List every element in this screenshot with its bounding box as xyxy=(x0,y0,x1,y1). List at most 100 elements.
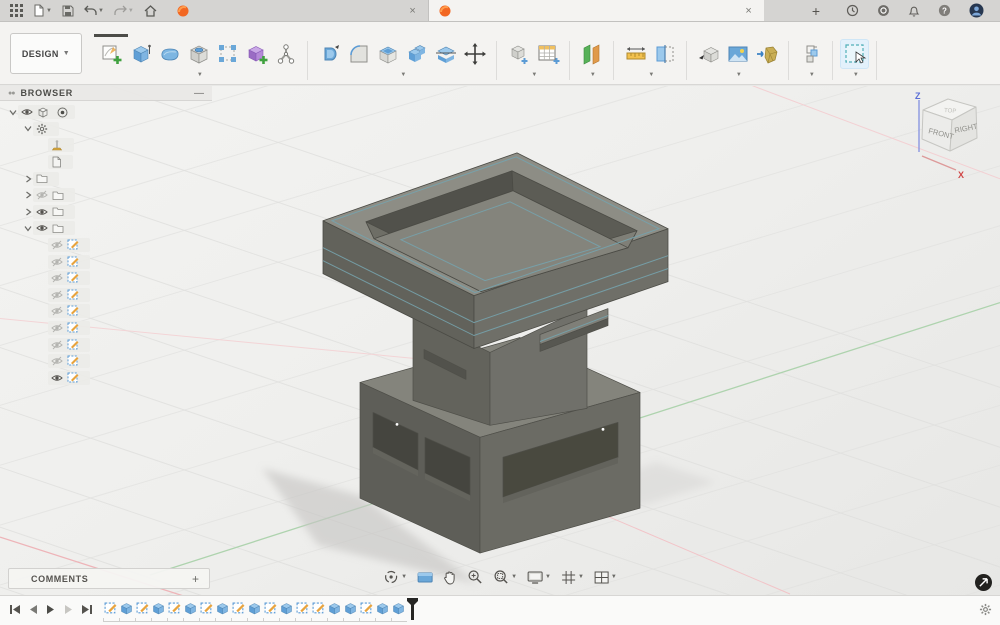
primitive-button[interactable] xyxy=(243,40,270,68)
comments-bar[interactable]: COMMENTS + xyxy=(8,568,210,589)
browser-row[interactable] xyxy=(0,336,212,353)
timeline-extrude-feature[interactable] xyxy=(374,600,390,616)
group-dropdown[interactable]: ▼ xyxy=(194,72,203,78)
move-button[interactable] xyxy=(461,40,488,68)
timeline-extrude-feature[interactable] xyxy=(342,600,358,616)
press-pull-button[interactable] xyxy=(316,40,343,68)
hole-button[interactable] xyxy=(185,40,212,68)
display-settings-button[interactable]: ▼ xyxy=(524,568,554,586)
insert-mesh-button[interactable] xyxy=(753,40,780,68)
step-back-button[interactable] xyxy=(26,602,40,616)
view-cube[interactable]: Z X TOP FRONT RIGHT xyxy=(892,90,988,182)
timeline-sketch-feature[interactable] xyxy=(310,600,326,616)
timeline-extrude-feature[interactable] xyxy=(326,600,342,616)
measure-button[interactable] xyxy=(622,40,649,68)
browser-row[interactable] xyxy=(0,121,212,138)
timeline-playhead[interactable] xyxy=(407,598,418,625)
ribbon-tab-surface[interactable] xyxy=(128,22,162,37)
clock-button[interactable] xyxy=(842,2,863,19)
ribbon-tab-sheet-metal[interactable] xyxy=(196,22,230,37)
document-tab[interactable]: × xyxy=(167,0,429,21)
browser-row[interactable] xyxy=(0,270,212,287)
browser-row[interactable] xyxy=(0,204,212,221)
eye-off-icon[interactable] xyxy=(51,356,63,366)
chevron-right-icon[interactable] xyxy=(25,208,32,216)
workspace-selector[interactable]: DESIGN ▼ xyxy=(10,33,82,74)
ribbon-tab-utilities[interactable] xyxy=(264,22,298,37)
play-button[interactable] xyxy=(44,602,58,616)
browser-row[interactable] xyxy=(0,187,212,204)
browser-row[interactable] xyxy=(0,170,212,187)
notifications-button[interactable] xyxy=(904,2,924,19)
eye-off-icon[interactable] xyxy=(51,257,63,267)
eye-off-icon[interactable] xyxy=(51,340,63,350)
combine-button[interactable] xyxy=(403,40,430,68)
browser-row[interactable] xyxy=(0,287,212,304)
help-button[interactable]: ? xyxy=(934,2,955,19)
browser-row[interactable] xyxy=(0,303,212,320)
browser-row[interactable] xyxy=(0,320,212,337)
timeline-sketch-feature[interactable] xyxy=(198,600,214,616)
ribbon-tab-mesh[interactable] xyxy=(162,22,196,37)
group-dropdown[interactable]: ▼ xyxy=(587,72,596,78)
timeline-sketch-feature[interactable] xyxy=(134,600,150,616)
viewport-canvas[interactable]: ●● BROWSER — Z X TOP FRONT RIGHT ▼ ▼ ▼ ▼… xyxy=(0,86,1000,595)
timeline-extrude-feature[interactable] xyxy=(118,600,134,616)
timeline-sketch-feature[interactable] xyxy=(230,600,246,616)
browser-row[interactable] xyxy=(0,220,212,237)
eye-off-icon[interactable] xyxy=(51,290,63,300)
close-icon[interactable]: × xyxy=(407,5,417,17)
pipe-button[interactable] xyxy=(272,40,299,68)
canvas-image-button[interactable] xyxy=(724,40,751,68)
browser-row[interactable] xyxy=(0,353,212,370)
timeline-extrude-feature[interactable] xyxy=(246,600,262,616)
job-status-button[interactable] xyxy=(873,2,894,19)
group-dropdown[interactable]: ▼ xyxy=(397,72,406,78)
model-tray[interactable] xyxy=(322,152,669,349)
collapse-panel-button[interactable]: — xyxy=(194,88,204,99)
shell-button[interactable] xyxy=(374,40,401,68)
construct-plane-button[interactable] xyxy=(578,40,605,68)
timeline-extrude-feature[interactable] xyxy=(214,600,230,616)
eye-off-icon[interactable] xyxy=(51,240,63,250)
timeline-extrude-feature[interactable] xyxy=(150,600,166,616)
group-dropdown[interactable]: ▼ xyxy=(733,72,742,78)
new-tab-button[interactable]: + xyxy=(802,0,830,21)
section-analysis-button[interactable] xyxy=(651,40,678,68)
pattern-button[interactable] xyxy=(214,40,241,68)
eye-on-icon[interactable] xyxy=(51,373,63,383)
browser-row[interactable] xyxy=(0,253,212,270)
go-to-start-button[interactable] xyxy=(8,602,22,616)
configuration-button[interactable] xyxy=(505,40,532,68)
home-button[interactable] xyxy=(140,3,161,19)
close-icon[interactable]: × xyxy=(743,5,753,17)
browser-row[interactable] xyxy=(0,370,212,387)
eye-off-icon[interactable] xyxy=(36,190,48,200)
group-dropdown[interactable]: ▼ xyxy=(850,72,859,78)
group-dropdown[interactable]: ▼ xyxy=(645,72,654,78)
fit-button[interactable]: ▼ xyxy=(490,567,520,587)
browser-header[interactable]: ●● BROWSER — xyxy=(0,86,212,101)
go-to-end-button[interactable] xyxy=(80,602,94,616)
extrude-button[interactable] xyxy=(127,40,154,68)
timeline-settings-button[interactable] xyxy=(979,603,992,621)
undo-button[interactable]: ▼ xyxy=(80,3,108,18)
timeline-sketch-feature[interactable] xyxy=(166,600,182,616)
redo-button[interactable]: ▼ xyxy=(110,3,138,18)
grid-settings-button[interactable]: ▼ xyxy=(558,568,587,587)
eye-off-icon[interactable] xyxy=(51,273,63,283)
drag-grip-icon[interactable]: ●● xyxy=(8,90,16,97)
chevron-right-icon[interactable] xyxy=(25,175,32,183)
look-at-button[interactable] xyxy=(414,568,436,586)
chevron-down-icon[interactable] xyxy=(24,125,32,132)
zoom-button[interactable] xyxy=(464,567,486,587)
split-body-button[interactable] xyxy=(432,40,459,68)
eye-off-icon[interactable] xyxy=(51,323,63,333)
group-dropdown[interactable]: ▼ xyxy=(528,72,537,78)
browser-row[interactable] xyxy=(0,137,212,154)
form-button[interactable] xyxy=(156,40,183,68)
select-button[interactable] xyxy=(840,39,869,69)
timeline-extrude-feature[interactable] xyxy=(390,600,406,616)
browser-row[interactable] xyxy=(0,237,212,254)
chevron-down-icon[interactable] xyxy=(9,109,17,116)
